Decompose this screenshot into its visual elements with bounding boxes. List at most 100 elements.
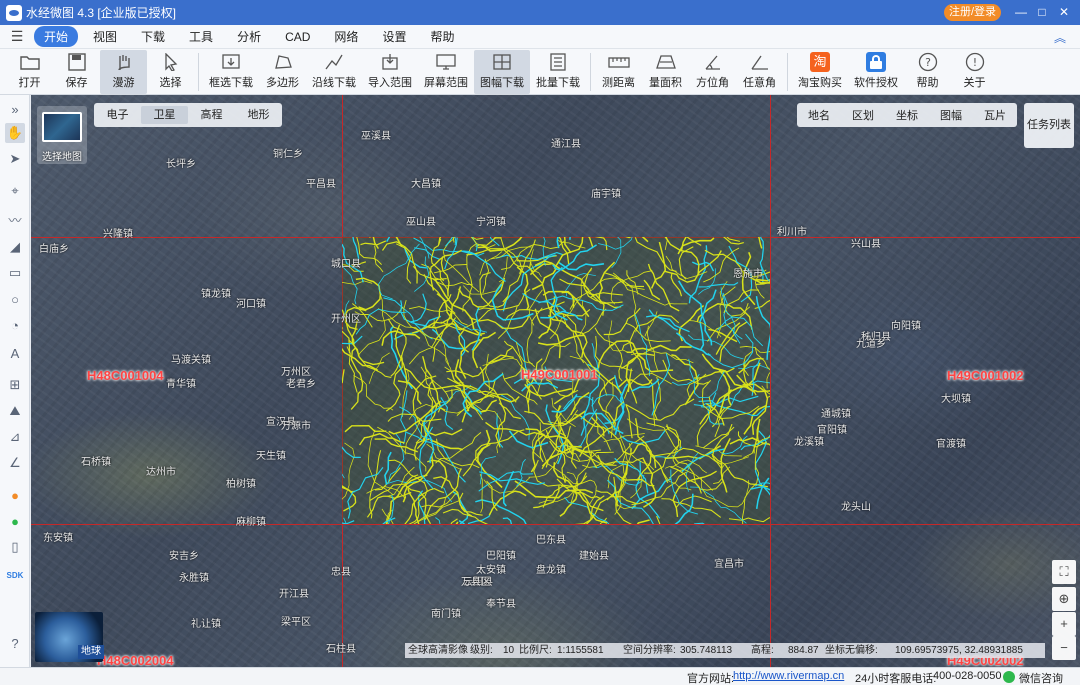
about-label: 关于 [963,77,986,89]
layer-tab-satellite[interactable]: 卫星 [141,106,188,124]
map-thumbnail[interactable] [42,112,82,142]
overlay-toggles: 地名 区划 坐标 图幅 瓦片 [797,103,1017,127]
select-button[interactable]: 选择 [147,50,194,94]
menu-analysis[interactable]: 分析 [228,26,270,47]
measure-distance-icon[interactable]: ⊞ [5,375,25,395]
place-label: 石柱县 [326,644,356,655]
level-label: 级别: [470,645,493,656]
place-label: 兴隆镇 [103,229,133,240]
toolbar-separator [198,53,199,91]
area-icon [655,53,677,71]
taobao-buy-button[interactable]: 淘 淘宝购买 [792,50,848,94]
earth-service-icon[interactable]: ● [5,485,25,505]
line-download-button[interactable]: 沿线下载 [306,50,362,94]
locate-icon[interactable]: ⊕ [1052,587,1076,611]
add-text-icon[interactable]: A [5,343,25,363]
toggle-place-names[interactable]: 地名 [797,107,841,123]
line-download-icon [323,53,345,71]
mark-point-icon[interactable]: ⌖ [5,181,25,201]
layer-tab-elevation[interactable]: 高程 [188,106,235,124]
place-label: 大昌镇 [411,179,441,190]
import-range-button[interactable]: 导入范围 [362,50,418,94]
menu-download[interactable]: 下载 [132,26,174,47]
sheet-download-button[interactable]: 图幅下载 [474,50,530,94]
pan-hand-icon[interactable]: ✋ [5,123,25,143]
minimize-button[interactable]: — [1012,3,1030,21]
sdk-icon[interactable]: SDK [5,565,25,585]
collapse-ribbon-icon[interactable]: ︽ [1054,29,1066,46]
screen-range-icon [435,53,457,71]
toggle-sheets[interactable]: 图幅 [929,107,973,123]
menu-help[interactable]: 帮助 [421,26,463,47]
place-label: 马渡关镇 [171,355,211,366]
place-label: 永胜镇 [179,573,209,584]
hamburger-menu-icon[interactable]: ☰ [0,28,34,45]
info-icon: ! [964,52,986,72]
license-button[interactable]: 软件授权 [848,50,904,94]
online-service-icon[interactable]: ● [5,511,25,531]
zoom-out-button[interactable]: − [1052,636,1076,660]
help-button[interactable]: ? 帮助 [904,50,951,94]
map-info-bar: 全球高清影像 级别: 10 比例尺: 1:1155581 空间分辨率: 305.… [405,643,1045,658]
level-value: 10 [503,645,515,656]
azimuth-side-icon[interactable]: ⊿ [5,427,25,447]
wechat-consult[interactable]: 微信咨询 [1019,670,1063,685]
measure-distance-button[interactable]: 测距离 [595,50,642,94]
sheet-label-center: H49C001001 [521,367,598,382]
menu-view[interactable]: 视图 [84,26,126,47]
place-label: 石桥镇 [81,457,111,468]
layer-tab-terrain[interactable]: 地形 [235,106,282,124]
app-logo-icon [6,4,22,21]
open-button[interactable]: 打开 [6,50,53,94]
place-label: 建始县 [579,551,609,562]
menu-start[interactable]: 开始 [34,26,79,47]
mobile-app-icon[interactable]: ▯ [5,537,25,557]
scale-label: 比例尺: [519,645,552,656]
angle-button[interactable]: 任意角 [736,50,783,94]
draw-circle-icon[interactable]: ○ [5,289,25,309]
place-label: 万县区 [461,577,491,588]
draw-line-icon[interactable]: 〰 [5,209,25,229]
close-button[interactable]: ✕ [1055,3,1073,21]
measure-area-button[interactable]: 量面积 [642,50,689,94]
pan-button[interactable]: 漫游 [100,50,147,94]
website-link[interactable]: http://www.rivermap.cn [733,670,844,682]
azimuth-icon [702,53,724,71]
satellite-map[interactable]: 巫溪县 长坪乡 铜仁乡 巫山县 兴隆镇 白庙乡 城口县 开州区 万州区 宣汉县 镇龙镇 河口镇 马渡关镇… [31,95,1080,667]
fullscreen-icon[interactable]: ⛶ [1052,560,1076,584]
maximize-button[interactable]: □ [1033,3,1051,21]
screen-range-button[interactable]: 屏幕范围 [418,50,474,94]
box-download-button[interactable]: 框选下载 [203,50,259,94]
draw-sector-icon[interactable]: ◔ [5,315,25,335]
layer-tab-electronic[interactable]: 电子 [94,106,141,124]
place-label: 铜仁乡 [273,149,303,160]
hand-icon [113,53,135,71]
draw-polygon-icon[interactable]: ◢ [5,237,25,257]
toggle-coordinates[interactable]: 坐标 [885,107,929,123]
draw-rectangle-icon[interactable]: ▭ [5,263,25,283]
angle-side-icon[interactable]: ∠ [5,453,25,473]
toggle-districts[interactable]: 区划 [841,107,885,123]
measure-area-icon[interactable]: ⛰ [5,401,25,421]
task-list-button[interactable]: 任务列表 [1024,103,1074,148]
save-button[interactable]: 保存 [53,50,100,94]
open-label: 打开 [18,77,41,89]
select-pointer-icon[interactable]: ➤ [5,149,25,169]
about-button[interactable]: ! 关于 [951,50,998,94]
menu-settings[interactable]: 设置 [373,26,415,47]
azimuth-button[interactable]: 方位角 [689,50,736,94]
menu-tools[interactable]: 工具 [180,26,222,47]
toolbar-separator [590,53,591,91]
toggle-tiles[interactable]: 瓦片 [973,107,1017,123]
menu-network[interactable]: 网络 [325,26,367,47]
register-login-button[interactable]: 注册/登录 [944,4,1001,21]
expand-panel-icon[interactable]: » [5,99,25,119]
site-label: 官方网站: [687,673,735,685]
license-label: 软件授权 [854,77,898,89]
polygon-button[interactable]: 多边形 [259,50,306,94]
help-circle-icon[interactable]: ? [5,633,25,653]
batch-download-button[interactable]: 批量下载 [530,50,586,94]
zoom-in-button[interactable]: + [1052,612,1076,636]
place-label: 开江县 [279,589,309,600]
menu-cad[interactable]: CAD [276,28,319,46]
